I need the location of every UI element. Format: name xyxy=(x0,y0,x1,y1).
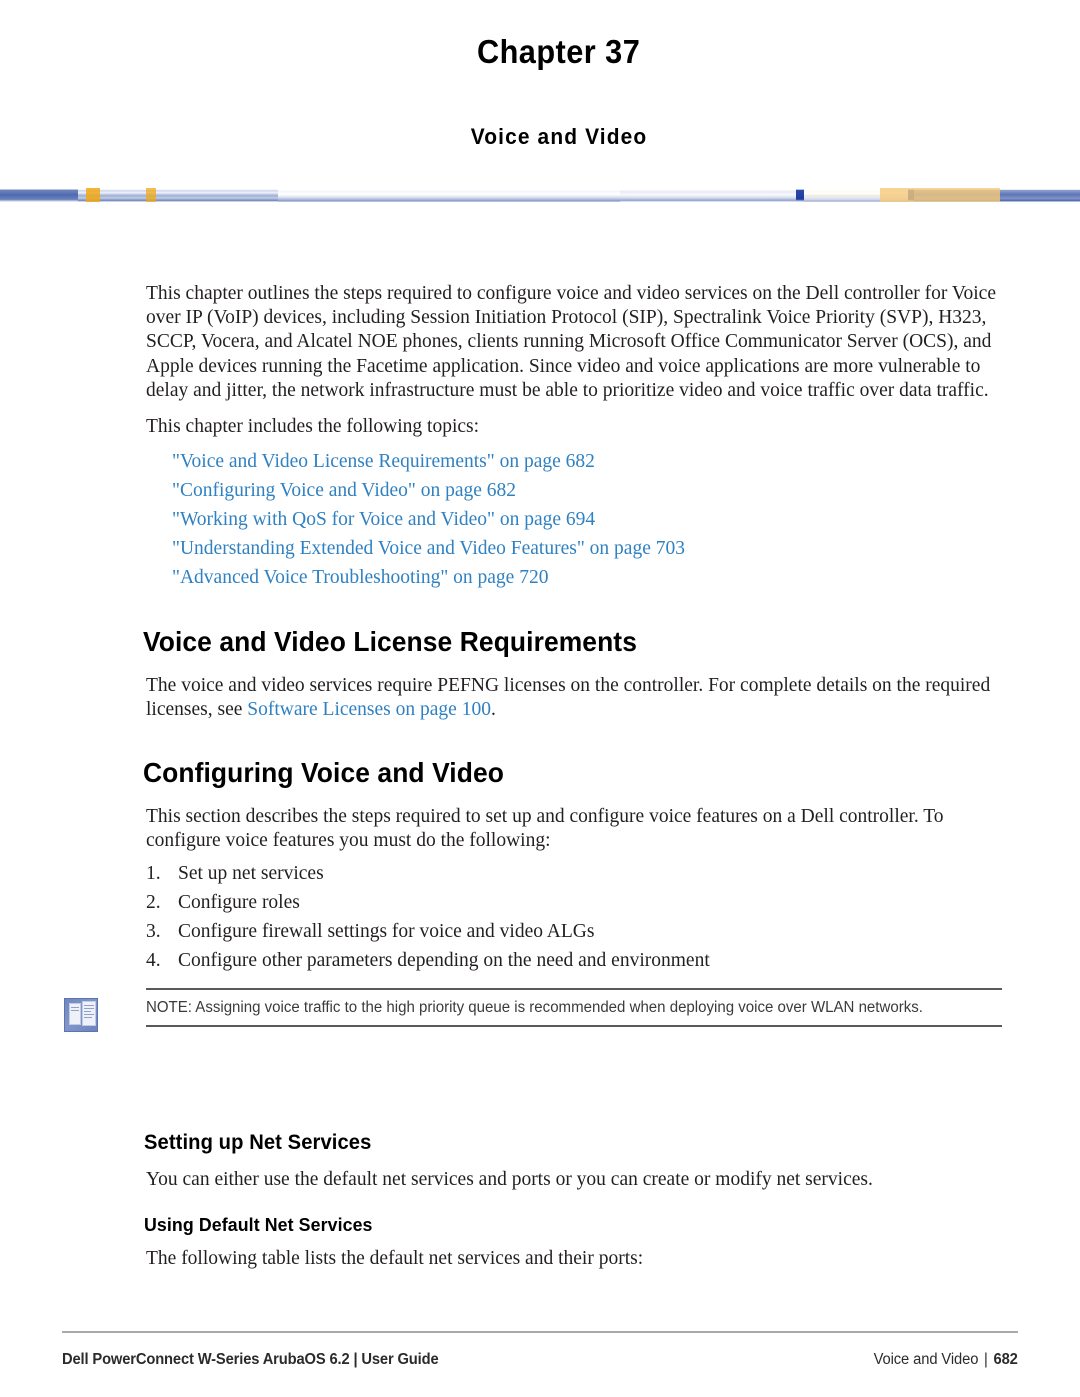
chapter-title: Chapter 37 xyxy=(476,33,641,70)
banner-segment xyxy=(796,188,804,202)
topics-lead: This chapter includes the following topi… xyxy=(146,416,480,438)
note-callout: NOTE: Assigning voice traffic to the hig… xyxy=(64,988,1080,1032)
xref-link[interactable]: "Configuring Voice and Video" on page 68… xyxy=(172,476,1002,505)
note-icon-line xyxy=(84,1014,94,1015)
heading-setting-up-net-services: Setting up Net Services xyxy=(144,1131,372,1155)
license-paragraph: The voice and video services require PEF… xyxy=(146,674,1002,722)
footer-page-number: 682 xyxy=(993,1351,1018,1368)
xref-link[interactable]: "Voice and Video License Requirements" o… xyxy=(172,447,1002,476)
banner-accent xyxy=(880,188,1000,202)
cross-reference-list: "Voice and Video License Requirements" o… xyxy=(146,447,1002,592)
step-item: 1. Set up net services xyxy=(146,859,1002,888)
step-number: 1. xyxy=(146,863,161,885)
page-content: This chapter outlines the steps required… xyxy=(64,282,1002,1283)
xref-link[interactable]: "Advanced Voice Troubleshooting" on page… xyxy=(172,563,1002,592)
step-text: Set up net services xyxy=(178,863,324,885)
note-icon xyxy=(64,998,98,1032)
note-icon-line xyxy=(71,1010,79,1011)
step-item: 4. Configure other parameters depending o… xyxy=(146,946,1002,975)
footer-product-title: Dell PowerConnect W-Series ArubaOS 6.2 |… xyxy=(62,1351,439,1368)
banner-segment xyxy=(78,188,278,202)
note-text: NOTE: Assigning voice traffic to the hig… xyxy=(146,999,923,1016)
footer-separator: | xyxy=(984,1351,989,1368)
chapter-header: Chapter 37 Voice and Video xyxy=(0,0,1080,150)
note-bottom-rule xyxy=(146,1025,1002,1027)
step-item: 3. Configure firewall settings for voice … xyxy=(146,917,1002,946)
xref-link[interactable]: "Understanding Extended Voice and Video … xyxy=(172,534,1002,563)
step-text: Configure firewall settings for voice an… xyxy=(178,921,595,943)
note-icon-line xyxy=(84,1008,94,1009)
default-net-services-paragraph: The following table lists the default ne… xyxy=(146,1248,644,1270)
decorative-banner-strip xyxy=(0,188,1080,202)
banner-segment xyxy=(620,188,796,202)
banner-segment xyxy=(278,188,620,202)
footer-chapter-label: Voice and Video xyxy=(873,1351,979,1368)
step-number: 4. xyxy=(146,950,161,972)
banner-accent xyxy=(86,188,100,202)
step-number: 3. xyxy=(146,921,161,943)
step-number: 2. xyxy=(146,892,161,914)
configuring-paragraph: This section describes the steps require… xyxy=(146,805,944,851)
net-services-paragraph: You can either use the default net servi… xyxy=(146,1169,873,1191)
footer-page-info: Voice and Video | 682 xyxy=(874,1351,1018,1369)
heading-using-default-net-services: Using Default Net Services xyxy=(144,1214,373,1236)
intro-paragraph: This chapter outlines the steps required… xyxy=(146,283,996,401)
note-icon-line xyxy=(84,1011,91,1012)
footer-rule xyxy=(62,1331,1018,1333)
license-text-after: . xyxy=(490,699,496,721)
banner-accent xyxy=(146,188,156,202)
note-icon-line xyxy=(71,1007,79,1008)
footer-row: Dell PowerConnect W-Series ArubaOS 6.2 |… xyxy=(62,1351,1018,1369)
step-text: Configure other parameters depending on … xyxy=(178,950,710,972)
heading-voice-video-license-requirements: Voice and Video License Requirements xyxy=(143,626,637,658)
document-page: Chapter 37 Voice and Video This chapter … xyxy=(0,0,1080,1397)
note-icon-line xyxy=(84,1005,94,1006)
step-item: 2. Configure roles xyxy=(146,888,1002,917)
xref-link[interactable]: "Working with QoS for Voice and Video" o… xyxy=(172,505,1002,534)
software-licenses-link[interactable]: Software Licenses on page 100 xyxy=(247,699,491,720)
banner-segment xyxy=(0,188,78,202)
chapter-subtitle: Voice and Video xyxy=(470,124,648,149)
page-footer: Dell PowerConnect W-Series ArubaOS 6.2 |… xyxy=(62,1331,1018,1369)
configuration-steps-list: 1. Set up net services 2. Configure roles … xyxy=(146,859,1002,975)
note-icon-line xyxy=(84,1017,92,1018)
heading-configuring-voice-and-video: Configuring Voice and Video xyxy=(143,756,504,788)
step-text: Configure roles xyxy=(178,892,300,914)
